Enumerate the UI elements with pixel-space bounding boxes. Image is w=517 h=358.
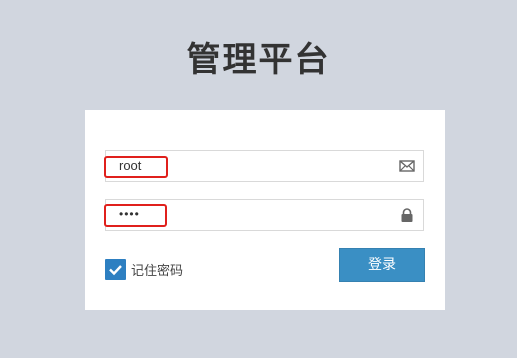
login-panel: root •••• 记住密码 登录 xyxy=(85,110,445,310)
remember-label: 记住密码 xyxy=(131,264,184,279)
envelope-icon xyxy=(399,160,415,172)
remember-password-option[interactable]: 记住密码 xyxy=(105,259,183,280)
page-title: 管理平台 xyxy=(186,40,331,80)
username-highlight-box xyxy=(104,156,168,178)
remember-checkbox[interactable] xyxy=(105,259,126,280)
password-highlight-box xyxy=(104,204,167,227)
check-icon xyxy=(109,265,122,276)
login-button[interactable]: 登录 xyxy=(339,248,425,282)
lock-icon xyxy=(401,208,413,222)
